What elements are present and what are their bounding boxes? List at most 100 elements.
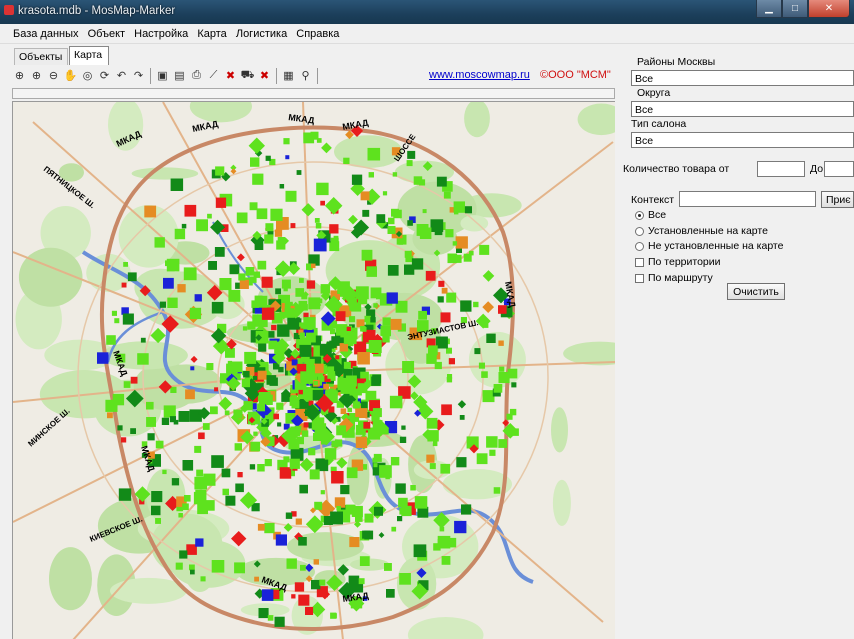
menu-help[interactable]: Справка	[293, 24, 342, 40]
salon-marker[interactable]	[323, 516, 333, 525]
salon-marker[interactable]	[123, 262, 128, 267]
salon-marker[interactable]	[414, 496, 428, 509]
salon-marker[interactable]	[346, 467, 358, 479]
salon-marker[interactable]	[340, 408, 347, 414]
salon-type-select[interactable]: Все	[631, 132, 854, 148]
salon-marker[interactable]	[313, 433, 321, 441]
salon-marker[interactable]	[268, 340, 278, 350]
salon-marker[interactable]	[257, 260, 267, 270]
salon-marker[interactable]	[511, 382, 517, 388]
map-view[interactable]: МКАД МКАД МКАД МКАД МКАД МКАД МКАД МКАД …	[12, 101, 615, 639]
salon-marker[interactable]	[257, 464, 265, 472]
salon-marker[interactable]	[319, 579, 326, 586]
salon-marker[interactable]	[389, 395, 403, 409]
salon-marker[interactable]	[406, 160, 413, 167]
salon-marker[interactable]	[300, 564, 306, 571]
salon-marker[interactable]	[151, 505, 161, 516]
salon-marker[interactable]	[464, 206, 472, 214]
salon-marker[interactable]	[486, 333, 496, 343]
salon-marker[interactable]	[235, 483, 244, 493]
salon-marker[interactable]	[335, 439, 343, 447]
salon-marker[interactable]	[189, 564, 195, 571]
salon-marker[interactable]	[196, 219, 208, 232]
salon-marker[interactable]	[214, 462, 219, 468]
salon-marker[interactable]	[242, 326, 248, 331]
salon-marker[interactable]	[404, 250, 412, 258]
salon-marker[interactable]	[112, 393, 125, 406]
salon-marker[interactable]	[222, 488, 230, 496]
undo-icon[interactable]: ↶	[114, 68, 129, 83]
salon-marker[interactable]	[166, 258, 180, 272]
salon-marker[interactable]	[265, 223, 274, 232]
salon-marker[interactable]	[215, 166, 225, 176]
copy-map-icon[interactable]: ▣	[155, 68, 170, 83]
salon-marker[interactable]	[295, 518, 302, 525]
salon-marker[interactable]	[258, 392, 271, 404]
salon-marker[interactable]	[276, 402, 284, 410]
salon-marker[interactable]	[368, 172, 374, 178]
salon-marker[interactable]	[440, 463, 451, 474]
salon-marker[interactable]	[200, 576, 206, 582]
salon-marker[interactable]	[151, 491, 163, 503]
salon-marker[interactable]	[311, 263, 316, 269]
salon-marker[interactable]	[379, 465, 392, 478]
salon-marker[interactable]	[481, 371, 488, 378]
salon-marker[interactable]	[482, 390, 495, 403]
salon-marker[interactable]	[163, 277, 174, 289]
salon-marker[interactable]	[437, 296, 444, 303]
salon-marker[interactable]	[459, 415, 465, 420]
salon-marker[interactable]	[360, 401, 368, 409]
salon-marker[interactable]	[469, 250, 474, 256]
salon-marker[interactable]	[239, 279, 249, 289]
salon-marker[interactable]	[355, 341, 364, 350]
radio-dot[interactable]	[635, 241, 644, 251]
salon-marker[interactable]	[372, 374, 381, 384]
salon-marker[interactable]	[446, 292, 457, 303]
salon-marker[interactable]	[399, 573, 411, 585]
salon-marker[interactable]	[455, 236, 468, 249]
salon-marker[interactable]	[316, 182, 329, 196]
clear-button[interactable]: Очистить	[727, 283, 785, 300]
salon-marker[interactable]	[446, 377, 453, 383]
salon-marker[interactable]	[301, 293, 308, 300]
salon-marker[interactable]	[146, 401, 154, 410]
salon-marker[interactable]	[309, 469, 320, 480]
salon-marker[interactable]	[211, 301, 224, 314]
salon-marker[interactable]	[289, 458, 300, 469]
salon-marker[interactable]	[181, 223, 187, 229]
salon-marker[interactable]	[229, 264, 240, 275]
salon-marker[interactable]	[329, 224, 339, 234]
salon-marker[interactable]	[301, 304, 308, 311]
salon-marker[interactable]	[429, 463, 436, 470]
salon-marker[interactable]	[489, 449, 496, 456]
salon-marker[interactable]	[411, 258, 424, 270]
salon-marker[interactable]	[364, 381, 370, 387]
find-icon[interactable]: ⚲	[298, 68, 313, 83]
salon-marker[interactable]	[194, 476, 208, 490]
salon-marker[interactable]	[273, 413, 279, 420]
salon-marker[interactable]	[352, 401, 360, 409]
salon-marker[interactable]	[300, 332, 305, 338]
salon-marker[interactable]	[167, 297, 178, 308]
salon-marker[interactable]	[194, 445, 202, 453]
salon-marker[interactable]	[250, 441, 261, 452]
salon-marker[interactable]	[330, 237, 339, 246]
salon-marker[interactable]	[339, 343, 348, 352]
salon-marker[interactable]	[286, 558, 297, 569]
salon-marker[interactable]	[121, 282, 127, 288]
salon-marker[interactable]	[121, 437, 127, 443]
salon-marker[interactable]	[189, 307, 202, 320]
salon-marker[interactable]	[349, 316, 356, 323]
salon-marker[interactable]	[266, 375, 277, 385]
zoom-in-icon[interactable]: ⊕	[29, 68, 44, 83]
salon-marker[interactable]	[382, 191, 388, 196]
radio-dot[interactable]	[635, 226, 644, 236]
salon-marker[interactable]	[337, 281, 350, 294]
salon-marker[interactable]	[225, 347, 235, 358]
salon-marker[interactable]	[326, 341, 334, 349]
salon-marker[interactable]	[349, 302, 358, 311]
save-image-icon[interactable]: ▤	[172, 68, 187, 83]
salon-marker[interactable]	[478, 362, 485, 369]
salon-marker[interactable]	[258, 608, 269, 619]
salon-marker[interactable]	[171, 478, 180, 486]
